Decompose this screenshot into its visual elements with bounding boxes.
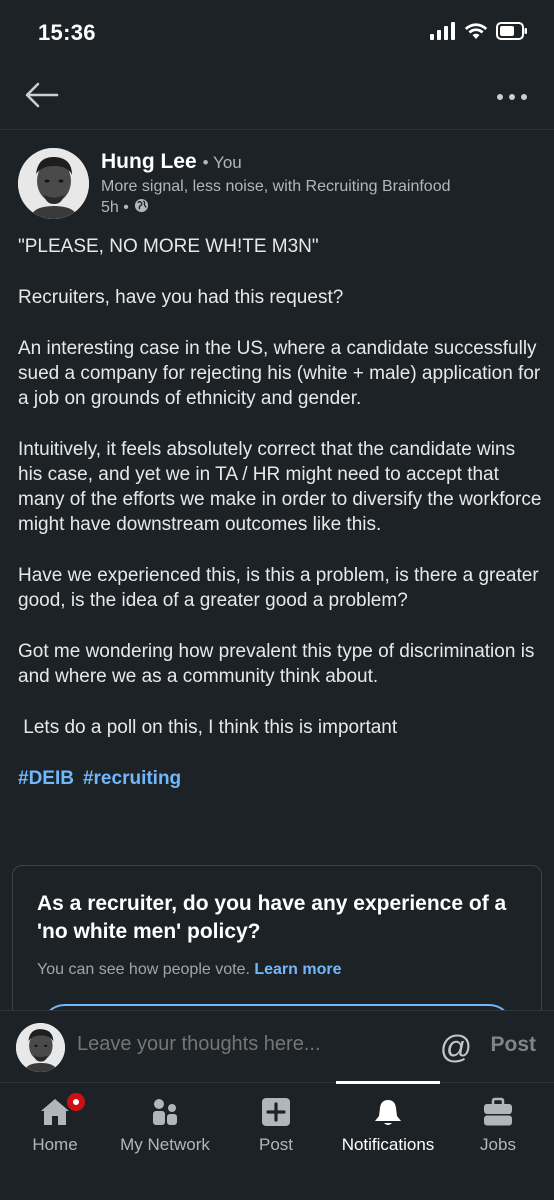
home-icon — [39, 1091, 87, 1127]
back-button[interactable] — [22, 80, 62, 114]
nav-notifications-label: Notifications — [341, 1135, 435, 1154]
at-sign-icon: @ — [439, 1028, 473, 1065]
post-paragraph: Got me wondering how prevalent this type… — [18, 641, 535, 687]
user-avatar — [16, 1023, 65, 1072]
post-body: "PLEASE, NO MORE WH!TE M3N" Recruiters, … — [18, 234, 543, 791]
briefcase-icon — [482, 1097, 514, 1127]
connection-degree: • You — [202, 153, 242, 172]
poll-visibility-note: You can see how people vote. Learn more — [37, 961, 342, 979]
arrow-left-icon — [25, 82, 59, 113]
status-time: 15:36 — [38, 20, 96, 45]
network-icon — [149, 1097, 181, 1127]
post-paragraph: Have we experienced this, is this a prob… — [18, 565, 539, 611]
globe-icon — [134, 198, 149, 218]
poll-note-text: You can see how people vote. — [37, 961, 250, 978]
nav-post[interactable]: Post — [236, 1083, 316, 1163]
bottom-navigation: Home My Network Post Notifications Jobs — [0, 1081, 554, 1200]
cellular-signal-icon — [430, 22, 456, 45]
plus-square-icon — [261, 1097, 291, 1127]
status-bar: 15:36 — [0, 0, 554, 70]
hashtag-link[interactable]: #DEIB — [18, 766, 74, 791]
post-time-text: 5h • — [101, 199, 129, 216]
nav-my-network-label: My Network — [120, 1135, 210, 1154]
ellipsis-icon — [496, 88, 528, 106]
poll-question: As a recruiter, do you have any experien… — [37, 892, 507, 943]
post-paragraph: An interesting case in the US, where a c… — [18, 338, 541, 409]
nav-post-label: Post — [258, 1135, 294, 1154]
mention-button[interactable]: @ — [438, 1029, 474, 1065]
hashtag-link[interactable]: #recruiting — [83, 766, 181, 791]
wifi-icon — [464, 22, 488, 45]
more-options-button[interactable] — [492, 82, 532, 112]
battery-icon — [496, 22, 528, 45]
post-paragraph: Lets do a poll on this, I think this is … — [18, 717, 398, 738]
comment-bar: @ Post — [0, 1010, 554, 1082]
post-timestamp: 5h • — [101, 198, 536, 218]
nav-my-network[interactable]: My Network — [108, 1083, 222, 1163]
post-paragraph: Recruiters, have you had this request? — [18, 287, 344, 308]
post-comment-button[interactable]: Post — [490, 1033, 536, 1057]
author-avatar[interactable] — [18, 148, 89, 219]
author-name[interactable]: Hung Lee — [101, 150, 197, 174]
author-headline: More signal, less noise, with Recruiting… — [101, 178, 451, 195]
hashtags: #DEIB #recruiting — [18, 766, 543, 791]
bell-icon — [373, 1097, 403, 1127]
learn-more-link[interactable]: Learn more — [254, 961, 341, 978]
status-icons — [430, 22, 528, 45]
post-paragraph: "PLEASE, NO MORE WH!TE M3N" — [18, 236, 319, 257]
nav-home[interactable]: Home — [14, 1083, 96, 1163]
post-author: Hung Lee • You More signal, less noise, … — [18, 148, 536, 224]
nav-home-label: Home — [32, 1135, 78, 1154]
top-navigation — [0, 70, 554, 130]
poll-card: As a recruiter, do you have any experien… — [12, 865, 542, 1010]
nav-jobs-label: Jobs — [480, 1135, 516, 1154]
post: Hung Lee • You More signal, less noise, … — [0, 130, 554, 1010]
comment-input[interactable] — [77, 1033, 407, 1056]
notification-badge — [65, 1091, 87, 1113]
author-meta: Hung Lee • You More signal, less noise, … — [101, 150, 536, 218]
nav-jobs[interactable]: Jobs — [460, 1083, 536, 1163]
post-paragraph: Intuitively, it feels absolutely correct… — [18, 439, 542, 535]
nav-notifications[interactable]: Notifications — [330, 1083, 446, 1163]
